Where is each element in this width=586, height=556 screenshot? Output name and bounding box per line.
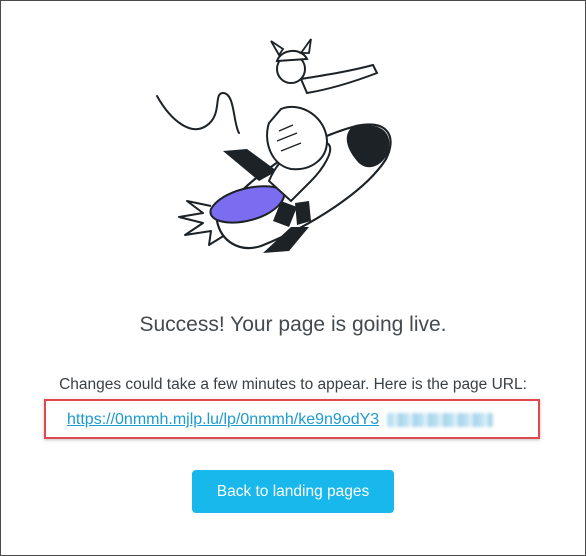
back-to-landing-pages-button[interactable]: Back to landing pages [192, 470, 394, 513]
success-title: Success! Your page is going live. [139, 313, 447, 336]
page-url-container: https://0nmmh.mjlp.lu/lp/0nmmh/ke9n9odY3 [67, 411, 494, 429]
success-dialog: Success! Your page is going live. Change… [0, 0, 586, 556]
rocket-rider-illustration [156, 38, 392, 253]
redacted-url-suffix [387, 412, 494, 427]
page-url-link[interactable]: https://0nmmh.mjlp.lu/lp/0nmmh/ke9n9odY3 [67, 411, 379, 428]
url-description: Changes could take a few minutes to appe… [59, 376, 527, 393]
